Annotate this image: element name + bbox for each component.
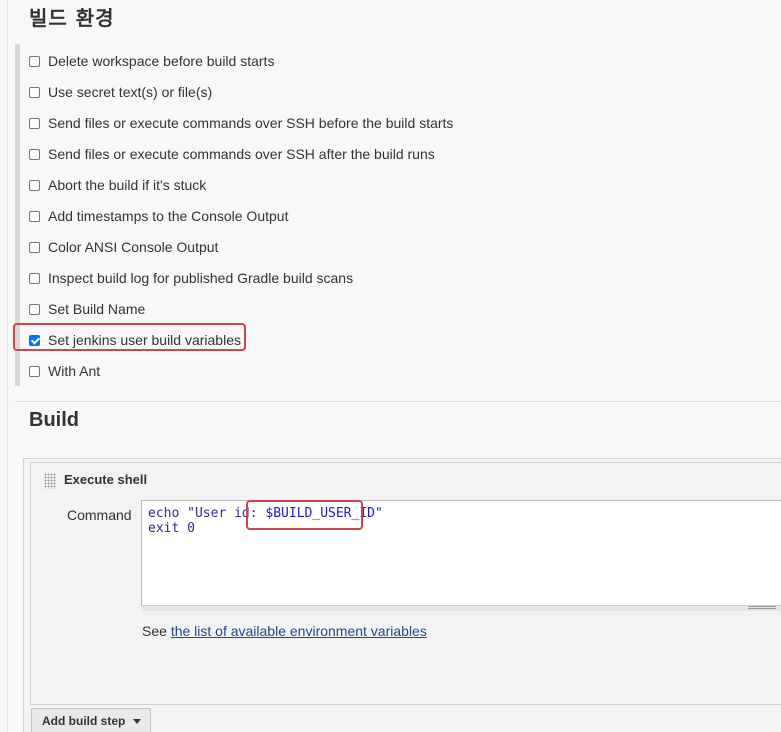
command-line1-prefix: echo "User id:	[148, 506, 258, 521]
drag-handle-icon[interactable]	[44, 473, 56, 489]
annotation-highlight-option	[13, 323, 246, 351]
option-label: Set Build Name	[48, 301, 146, 317]
env-vars-hint: See the list of available environment va…	[142, 623, 427, 639]
option-delete-workspace[interactable]: Delete workspace before build starts	[29, 50, 274, 72]
checkbox[interactable]	[29, 86, 40, 98]
add-build-step-button[interactable]: Add build step	[31, 708, 151, 732]
option-set-build-name[interactable]: Set Build Name	[29, 298, 145, 320]
option-ansi-color[interactable]: Color ANSI Console Output	[29, 236, 218, 258]
option-label: With Ant	[48, 363, 101, 379]
checkbox[interactable]	[29, 55, 40, 67]
annotation-highlight-variable	[246, 500, 363, 530]
option-label: Delete workspace before build starts	[48, 53, 275, 69]
option-label: Add timestamps to the Console Output	[48, 208, 289, 224]
option-gradle-scans[interactable]: Inspect build log for published Gradle b…	[29, 267, 353, 289]
option-with-ant[interactable]: With Ant	[29, 360, 100, 382]
caret-down-icon	[133, 718, 142, 724]
command-label: Command	[67, 507, 132, 523]
option-secret-text[interactable]: Use secret text(s) or file(s)	[29, 81, 212, 103]
option-abort-stuck[interactable]: Abort the build if it's stuck	[29, 174, 206, 196]
checkbox[interactable]	[29, 272, 40, 284]
left-divider	[7, 0, 8, 732]
env-vars-link[interactable]: the list of available environment variab…	[171, 623, 427, 639]
checkbox[interactable]	[29, 303, 40, 315]
section-divider	[15, 401, 781, 402]
resize-grip-icon[interactable]	[748, 606, 776, 609]
add-build-step-label: Add build step	[42, 714, 126, 728]
step-title: Execute shell	[64, 472, 148, 487]
checkbox[interactable]	[29, 365, 40, 377]
textarea-resize-bar	[141, 605, 781, 611]
option-label: Send files or execute commands over SSH …	[48, 146, 435, 162]
build-section-title: Build	[29, 409, 79, 431]
checkbox[interactable]	[29, 148, 40, 160]
see-text: See	[142, 623, 171, 639]
checkbox[interactable]	[29, 210, 40, 222]
command-line2: exit 0	[148, 521, 195, 536]
checkbox[interactable]	[29, 117, 40, 129]
jenkins-config-page: 빌드 환경 Delete workspace before build star…	[0, 0, 781, 732]
option-label: Inspect build log for published Gradle b…	[48, 270, 354, 286]
option-ssh-before[interactable]: Send files or execute commands over SSH …	[29, 112, 453, 134]
option-label: Color ANSI Console Output	[48, 239, 219, 255]
checkbox[interactable]	[29, 241, 40, 253]
build-environment-title: 빌드 환경	[29, 6, 115, 30]
option-ssh-after[interactable]: Send files or execute commands over SSH …	[29, 143, 435, 165]
checkbox[interactable]	[29, 179, 40, 191]
option-label: Abort the build if it's stuck	[48, 177, 207, 193]
option-label: Use secret text(s) or file(s)	[48, 84, 213, 100]
option-label: Send files or execute commands over SSH …	[48, 115, 454, 131]
option-timestamps[interactable]: Add timestamps to the Console Output	[29, 205, 288, 227]
